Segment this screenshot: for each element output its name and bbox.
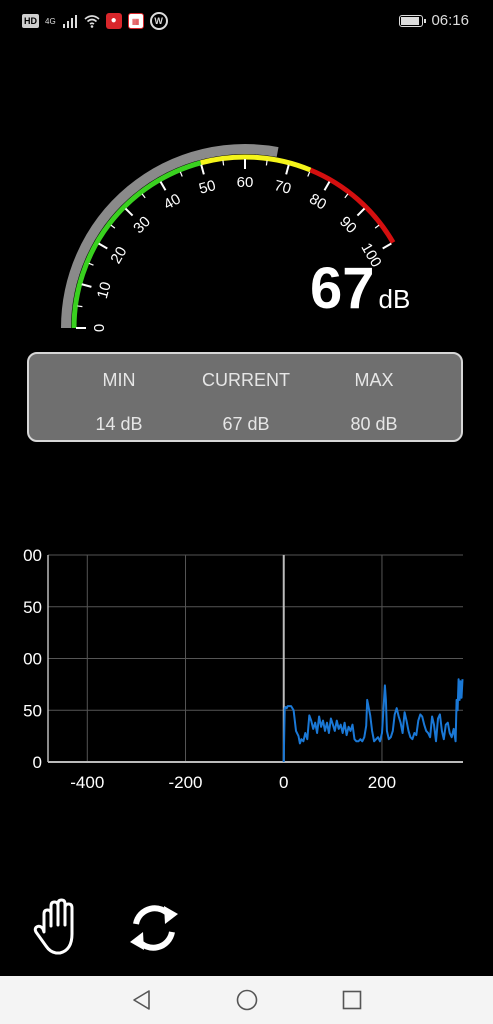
- gauge-tick: [200, 164, 205, 175]
- wifi-icon: [84, 15, 100, 28]
- stat-current-label: CURRENT: [202, 370, 290, 390]
- gauge-tick-label: 80: [306, 190, 329, 213]
- recents-square-icon[interactable]: [340, 988, 364, 1012]
- status-bar: HD 4G ● ▦ W 06:16: [0, 0, 493, 44]
- gauge-tick-label: 30: [130, 213, 154, 237]
- status-icons-right: 06:16: [399, 12, 469, 29]
- gauge-tick: [323, 181, 331, 191]
- gauge-tick: [285, 164, 290, 175]
- decibel-unit: dB: [378, 284, 411, 314]
- sound-history-chart: 0 50 00 50 00 -400 -200 0 200: [23, 546, 464, 792]
- chart-x-tick-label: -200: [168, 773, 202, 792]
- gauge-tick: [159, 181, 167, 191]
- system-nav-bar: [0, 976, 493, 1024]
- gauge-tick-label: 20: [107, 244, 130, 267]
- signal-icon: [62, 15, 77, 28]
- gauge-tick: [98, 242, 108, 250]
- chart-x-tick-label: -400: [70, 773, 104, 792]
- chart-y-tick-label: 0: [33, 753, 42, 772]
- hand-icon[interactable]: [30, 898, 90, 958]
- clock: 06:16: [431, 12, 469, 29]
- decibel-value: 67: [310, 256, 375, 321]
- back-triangle-icon[interactable]: [130, 988, 154, 1012]
- refresh-icon[interactable]: [124, 898, 184, 958]
- gauge-tick-label: 50: [197, 177, 218, 198]
- stat-current-value: 67 dB: [222, 414, 270, 434]
- home-circle-icon[interactable]: [235, 988, 259, 1012]
- gauge-tick: [88, 262, 94, 266]
- gauge-tick-label: 60: [237, 174, 254, 191]
- gauge-tick: [382, 242, 392, 250]
- gauge-tick-label: 70: [272, 177, 293, 198]
- stat-current: CURRENT 67 dB: [176, 354, 316, 440]
- gauge-tick: [110, 224, 116, 229]
- gauge-tick: [356, 207, 366, 217]
- gauge-tick-label: 40: [161, 190, 184, 213]
- decibel-reading: 67 dB: [310, 255, 410, 322]
- gauge-tick: [265, 160, 268, 166]
- gauge-tick: [77, 305, 83, 308]
- battery-level: [401, 16, 419, 25]
- stat-min-label: MIN: [102, 370, 136, 390]
- gauge-tick: [81, 283, 92, 288]
- stat-max-value: 80 dB: [350, 414, 398, 434]
- sound-level-gauge: 01020304050 60 708090100: [61, 144, 396, 332]
- gauge-tick: [179, 171, 183, 177]
- mic-notification-icon: ●: [105, 13, 122, 29]
- stat-min: MIN 14 dB: [49, 354, 189, 440]
- chart-y-tick-label: 00: [23, 546, 42, 565]
- stat-max-label: MAX: [354, 370, 394, 390]
- stat-max: MAX 80 dB: [304, 354, 444, 440]
- chart-y-tick-label: 50: [23, 701, 42, 720]
- gauge-tick: [222, 160, 225, 166]
- chart-y-tick-label: 50: [23, 598, 42, 617]
- gauge-tick: [307, 171, 311, 177]
- gauge-tick: [344, 193, 349, 199]
- status-icons-left: HD 4G ● ▦ W: [22, 12, 168, 30]
- chart-series-line: [282, 678, 464, 763]
- chart-x-tick-label: 0: [279, 773, 288, 792]
- hd-badge: HD: [22, 14, 39, 28]
- gauge-tick-label: 10: [94, 280, 115, 301]
- gauge-tick: [374, 224, 380, 229]
- battery-icon: [399, 14, 427, 27]
- stat-min-value: 14 dB: [95, 414, 143, 434]
- stats-panel: MIN 14 dB CURRENT 67 dB MAX 80 dB: [27, 352, 463, 442]
- gauge-tick: [141, 193, 146, 199]
- wordpress-icon: W: [149, 12, 168, 30]
- network-type: 4G: [45, 16, 56, 26]
- gauge-tick: [124, 207, 134, 217]
- chart-y-tick-label: 00: [23, 650, 42, 669]
- chart-x-tick-label: 200: [368, 773, 396, 792]
- gauge-tick-label: 0: [91, 324, 108, 332]
- gauge-tick-label: 90: [336, 213, 360, 237]
- gauge-zone-yellow: [200, 154, 312, 173]
- app-notification-icon: ▦: [127, 13, 144, 29]
